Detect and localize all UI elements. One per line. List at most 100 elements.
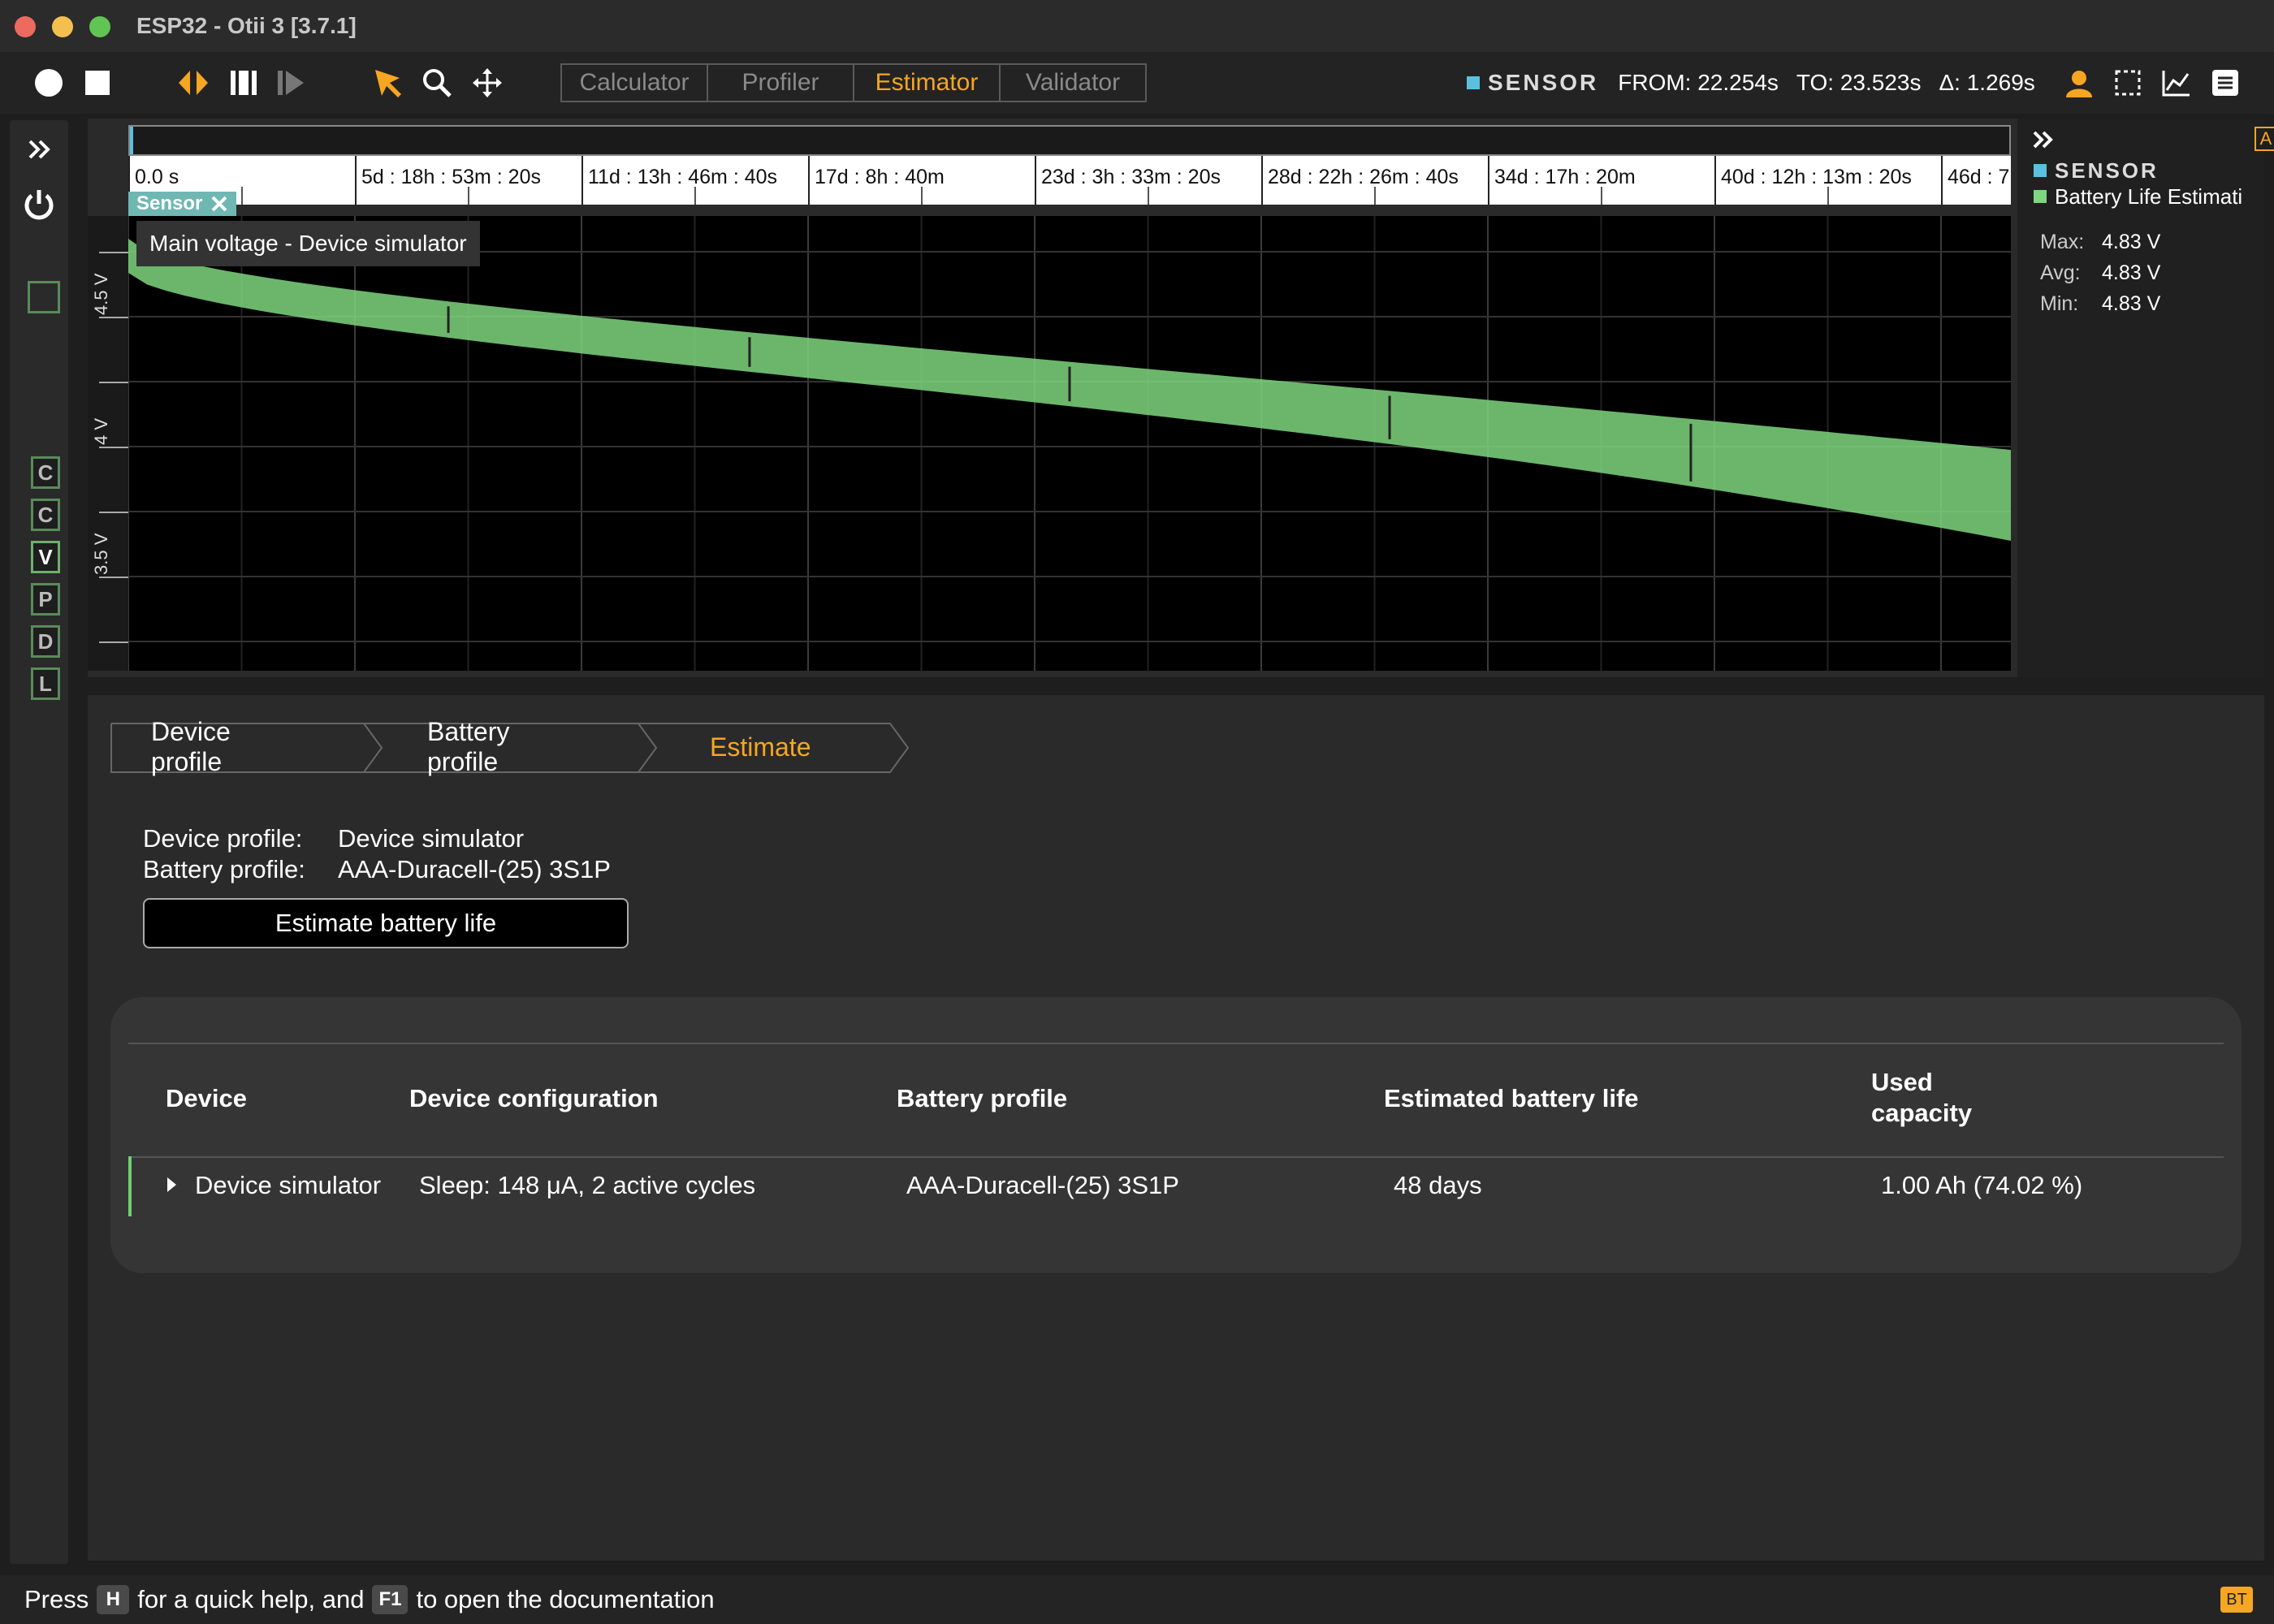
bt-badge[interactable]: BT (2220, 1587, 2253, 1613)
expand-row-icon[interactable] (167, 1177, 176, 1192)
status-text-docs: to open the documentation (416, 1585, 715, 1613)
docs-key: F1 (372, 1585, 409, 1614)
menu-icon[interactable] (2207, 52, 2243, 114)
crumb-device-profile[interactable]: Device profile (151, 717, 231, 776)
chart-tooltip: Main voltage - Device simulator (136, 221, 480, 266)
color-swatch-yellow[interactable] (28, 325, 60, 357)
time-tick-label: 17d : 8h : 40m (815, 166, 945, 188)
voltage-plot[interactable] (128, 216, 2011, 671)
selection-icon[interactable] (2110, 52, 2146, 114)
channel-l-toggle[interactable]: L (31, 667, 60, 700)
table-top-rule (128, 1043, 2224, 1044)
estimator-panel: Device profile Battery profile Estimate … (88, 695, 2264, 1561)
battery-profile-value: AAA-Duracell-(25) 3S1P (338, 855, 611, 883)
time-tick-label: 0.0 s (135, 166, 179, 188)
color-swatch-green[interactable] (28, 281, 60, 313)
time-tick (1941, 156, 1943, 205)
close-window-button[interactable] (15, 16, 36, 37)
overview-cursor[interactable] (130, 127, 133, 154)
select-icon[interactable] (370, 52, 406, 114)
selection-info: SENSOR FROM: 22.254s TO: 23.523s Δ: 1.26… (1467, 68, 2053, 97)
time-minor-tick (1601, 187, 1602, 205)
mode-tabs: Calculator Profiler Estimator Validator (560, 63, 1147, 102)
legend-stat-min: Min: 4.83 V (2040, 292, 2161, 315)
skip-icon[interactable] (273, 52, 309, 114)
header-battery-profile: Battery profile (897, 1084, 1068, 1112)
zoom-icon[interactable] (419, 52, 455, 114)
estimate-battery-life-button[interactable]: Estimate battery life (143, 898, 629, 948)
y-tick (99, 577, 128, 578)
legend-device: SENSOR (2034, 158, 2159, 184)
channel-c2-toggle[interactable]: C (31, 499, 60, 531)
time-tick (581, 156, 583, 205)
selection-to: TO: 23.523s (1796, 70, 1922, 95)
selection-delta: Δ: 1.269s (1939, 70, 2035, 95)
split-icon[interactable] (226, 52, 262, 114)
channel-v-toggle[interactable]: V (31, 541, 60, 573)
legend-expand-icon[interactable] (2032, 130, 2055, 153)
legend-series[interactable]: Battery Life Estimati (2034, 184, 2242, 209)
legend-a-button[interactable]: A (2255, 127, 2274, 151)
channel-d-toggle[interactable]: D (31, 625, 60, 658)
tab-calculator[interactable]: Calculator (562, 65, 708, 101)
time-tick (1488, 156, 1489, 205)
overview-scrollbar[interactable] (128, 125, 2011, 156)
time-minor-tick (694, 187, 696, 205)
status-text-press: Press (24, 1585, 89, 1613)
y-tick-label: 4 V (91, 417, 111, 445)
fit-icon[interactable] (175, 52, 211, 114)
time-minor-tick (1374, 187, 1376, 205)
user-icon[interactable] (2061, 52, 2097, 114)
y-tick-label: 4.5 V (91, 273, 111, 315)
chart-icon[interactable] (2159, 52, 2194, 114)
expand-icon[interactable] (18, 130, 60, 169)
tab-validator[interactable]: Validator (1001, 65, 1145, 101)
header-estimated-battery-life: Estimated battery life (1384, 1084, 1639, 1112)
y-tick (99, 641, 128, 643)
time-tick-label: 11d : 13h : 46m : 40s (588, 166, 778, 188)
y-tick (99, 447, 128, 448)
close-icon[interactable] (210, 195, 228, 213)
time-tick-label: 40d : 12h : 13m : 20s (1721, 166, 1912, 188)
battery-profile-label: Battery profile: (143, 855, 305, 883)
legend-stat-avg: Avg: 4.83 V (2040, 261, 2161, 284)
time-minor-tick (468, 187, 469, 205)
pan-icon[interactable] (469, 52, 505, 114)
maximize-window-button[interactable] (89, 16, 110, 37)
time-tick-label: 34d : 17h : 20m (1494, 166, 1636, 188)
device-profile-value: Device simulator (338, 824, 525, 853)
power-icon[interactable] (18, 185, 60, 224)
time-minor-tick (1827, 187, 1829, 205)
time-tick-label: 46d : 7 (1948, 166, 2010, 188)
stop-icon[interactable] (80, 52, 115, 114)
minimize-window-button[interactable] (52, 16, 73, 37)
record-icon[interactable] (31, 52, 67, 114)
time-tick-label: 28d : 22h : 26m : 40s (1268, 166, 1459, 188)
time-tick (1035, 156, 1036, 205)
sensor-chip[interactable]: Sensor (128, 192, 237, 216)
y-tick (99, 382, 128, 383)
tab-profiler[interactable]: Profiler (708, 65, 854, 101)
time-tick (355, 156, 357, 205)
crumb-battery-profile[interactable]: Battery profile (427, 717, 509, 776)
time-minor-tick (1148, 187, 1149, 205)
title-bar: ESP32 - Otii 3 [3.7.1] (0, 0, 2274, 52)
time-axis[interactable]: 0.0 s 5d : 18h : 53m : 20s 11d : 13h : 46m… (128, 156, 2011, 205)
selection-device: SENSOR (1488, 70, 1599, 95)
device-color-swatch (1467, 76, 1480, 89)
results-table: Device Device configuration Battery prof… (110, 997, 2242, 1273)
selection-from: FROM: 22.254s (1618, 70, 1779, 95)
legend-series-swatch (2034, 190, 2047, 203)
time-tick-label: 23d : 3h : 33m : 20s (1041, 166, 1221, 188)
chart-panel: 0.0 s 5d : 18h : 53m : 20s 11d : 13h : 46m… (88, 119, 2274, 677)
y-tick (99, 317, 128, 318)
profile-summary: Device profile: Device simulator Battery … (143, 823, 611, 885)
channel-p-toggle[interactable]: P (31, 583, 60, 615)
header-device-configuration: Device configuration (409, 1084, 659, 1112)
crumb-estimate[interactable]: Estimate (710, 723, 811, 771)
time-minor-tick (921, 187, 923, 205)
tab-estimator[interactable]: Estimator (854, 65, 1001, 101)
channel-c1-toggle[interactable]: C (31, 456, 60, 489)
color-swatch-orange[interactable] (28, 367, 60, 400)
y-tick (99, 512, 128, 513)
